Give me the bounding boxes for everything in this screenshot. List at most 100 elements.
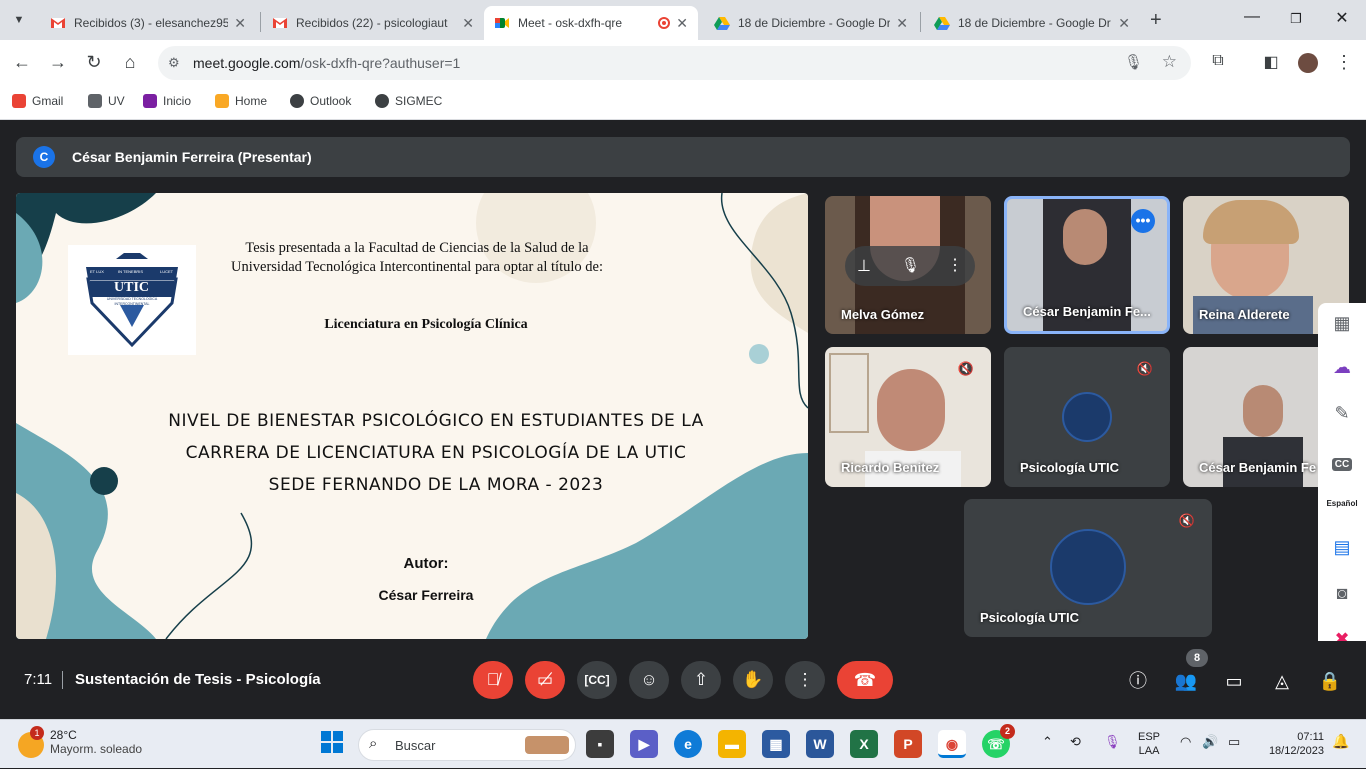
forward-button[interactable]: → bbox=[47, 52, 69, 73]
mic-icon[interactable]: 🎙 bbox=[901, 256, 920, 274]
word-icon[interactable]: W bbox=[806, 730, 834, 758]
close-icon[interactable]: ✕ bbox=[1118, 15, 1130, 32]
windows-taskbar: 1 28°C Mayorm. soleado ⌕ Buscar ▪ ▶ e ▬ … bbox=[0, 719, 1366, 768]
participant-name: Reina Alderete bbox=[1199, 307, 1290, 322]
docs-icon[interactable]: ▤ bbox=[1318, 537, 1366, 558]
bookmark-outlook[interactable]: Outlook bbox=[290, 94, 351, 108]
present-button[interactable]: ⇧ bbox=[681, 661, 721, 699]
battery-icon[interactable]: ▭ bbox=[1228, 734, 1240, 750]
close-icon[interactable]: ✕ bbox=[676, 15, 688, 32]
bookmark-home[interactable]: Home bbox=[215, 94, 267, 108]
participant-name: Psicología UTIC bbox=[1020, 460, 1119, 475]
bookmark-sigmec[interactable]: SIGMEC bbox=[375, 94, 442, 108]
side-panel-icon[interactable]: ◧ bbox=[1260, 52, 1282, 72]
reload-button[interactable]: ↻ bbox=[83, 52, 105, 73]
search-icon: ⌕ bbox=[369, 735, 378, 752]
bookmark-gmail[interactable]: Gmail bbox=[12, 94, 63, 108]
pin-icon[interactable]: ⊥ bbox=[857, 256, 871, 276]
participant-name: César Benjamin Fe bbox=[1199, 460, 1317, 475]
tab-search-button[interactable]: ▼ bbox=[8, 10, 30, 30]
pen-icon[interactable]: ✎ bbox=[1318, 403, 1366, 424]
powerpoint-icon[interactable]: P bbox=[894, 730, 922, 758]
leave-call-button[interactable]: ☎ bbox=[837, 661, 893, 699]
participant-tile[interactable]: 🔇 Ricardo Benitez bbox=[825, 347, 991, 487]
divider bbox=[62, 671, 63, 689]
site-info-icon[interactable]: ⚙ bbox=[168, 55, 180, 71]
more-options-button[interactable]: ⋮ bbox=[785, 661, 825, 699]
host-controls-button[interactable]: 🔒 bbox=[1316, 667, 1344, 695]
reactions-button[interactable]: ☺ bbox=[629, 661, 669, 699]
new-tab-button[interactable]: + bbox=[1150, 9, 1162, 32]
network-share-icon[interactable]: ⟲ bbox=[1070, 734, 1081, 750]
taskbar-search[interactable]: ⌕ Buscar bbox=[358, 729, 576, 761]
close-icon[interactable]: ✕ bbox=[234, 15, 246, 32]
extensions-icon[interactable]: ⧉ bbox=[1207, 52, 1229, 70]
clock[interactable]: 07:11 18/12/2023 bbox=[1256, 730, 1324, 758]
utic-logo: UTIC ET LUX IN TENEBRIS LUCET UNIVERSIDA… bbox=[68, 245, 196, 355]
tab-gmail-1[interactable]: Recibidos (3) - elesanchez95 ✕ bbox=[40, 6, 256, 40]
chrome-icon[interactable]: ◉ bbox=[938, 730, 966, 758]
chevron-up-icon[interactable]: ⌃ bbox=[1042, 734, 1053, 750]
weather-temp: 28°C bbox=[50, 728, 77, 742]
more-options-icon[interactable]: ••• bbox=[1131, 209, 1155, 233]
tab-meet[interactable]: Meet - osk-dxfh-qre ✕ bbox=[484, 6, 698, 40]
presenter-name: César Benjamin Ferreira (Presentar) bbox=[72, 149, 312, 165]
raise-hand-button[interactable]: ✋ bbox=[733, 661, 773, 699]
bookmark-star-icon[interactable]: ☆ bbox=[1162, 52, 1177, 72]
minimize-button[interactable]: — bbox=[1232, 8, 1272, 26]
tab-gmail-2[interactable]: Recibidos (22) - psicologiaut ✕ bbox=[262, 6, 484, 40]
edge-icon[interactable]: e bbox=[674, 730, 702, 758]
tab-drive-2[interactable]: 18 de Diciembre - Google Dr ✕ bbox=[924, 6, 1140, 40]
close-icon[interactable]: ✕ bbox=[896, 15, 908, 32]
meeting-title: Sustentación de Tesis - Psicología bbox=[75, 671, 321, 688]
excel-icon[interactable]: X bbox=[850, 730, 878, 758]
bookmark-uv[interactable]: UV bbox=[88, 94, 125, 108]
participant-tile-speaking[interactable]: ••• César Benjamin Fe... bbox=[1004, 196, 1170, 334]
weather-widget[interactable]: 1 28°C Mayorm. soleado bbox=[18, 726, 142, 758]
captions-button[interactable]: [CC] bbox=[577, 661, 617, 699]
slide-title-line: NIVEL DE BIENESTAR PSICOLÓGICO EN ESTUDI… bbox=[168, 411, 704, 431]
windows-start-button[interactable] bbox=[318, 730, 346, 758]
file-explorer-icon[interactable]: ▬ bbox=[718, 730, 746, 758]
close-window-button[interactable]: ✕ bbox=[1322, 8, 1362, 28]
activities-button[interactable]: ◬ bbox=[1268, 667, 1296, 695]
profile-avatar[interactable] bbox=[1298, 53, 1318, 73]
back-button[interactable]: ← bbox=[11, 52, 33, 73]
mic-off-button[interactable]: 🎙̸ bbox=[473, 661, 513, 699]
camera-icon[interactable]: ◙ bbox=[1318, 583, 1366, 604]
volume-icon[interactable]: 🔊 bbox=[1202, 734, 1218, 750]
participant-tile[interactable]: ⊥ 🎙 ⋮ Melva Gómez bbox=[825, 196, 991, 334]
microsoft-store-icon[interactable]: ▦ bbox=[762, 730, 790, 758]
gmail-icon bbox=[272, 15, 288, 31]
more-options-icon[interactable]: ⋮ bbox=[947, 255, 963, 275]
bookmark-inicio[interactable]: Inicio bbox=[143, 94, 191, 108]
input-language[interactable]: ESP LAA bbox=[1138, 730, 1160, 758]
tab-drive-1[interactable]: 18 de Diciembre - Google Dr ✕ bbox=[704, 6, 918, 40]
teams-chat-icon[interactable]: ▶ bbox=[630, 730, 658, 758]
apps-grid-icon[interactable]: ▦ bbox=[1318, 313, 1366, 334]
chat-button[interactable]: ▭ bbox=[1220, 667, 1248, 695]
camera-off-button[interactable]: ▭̸ bbox=[525, 661, 565, 699]
search-placeholder: Buscar bbox=[395, 738, 436, 753]
address-bar[interactable]: ⚙ meet.google.com/osk-dxfh-qre?authuser=… bbox=[158, 46, 1191, 80]
meeting-info-button[interactable]: ⓘ bbox=[1124, 667, 1152, 695]
notification-bell-icon[interactable]: 🔔 bbox=[1332, 733, 1349, 750]
mic-in-use-icon[interactable]: 🎙 bbox=[1104, 734, 1121, 750]
whatsapp-icon[interactable]: ☏ 2 bbox=[982, 724, 1015, 758]
people-button[interactable]: 👥 bbox=[1172, 667, 1200, 695]
menu-icon[interactable]: ⋮ bbox=[1333, 52, 1355, 73]
info-icon: ⓘ bbox=[1129, 671, 1147, 691]
task-view-icon[interactable]: ▪ bbox=[586, 730, 614, 758]
close-icon[interactable]: ✕ bbox=[462, 15, 474, 32]
slide-title-line: SEDE FERNANDO DE LA MORA - 2023 bbox=[268, 475, 604, 495]
wifi-icon[interactable]: ◠ bbox=[1180, 734, 1191, 750]
participant-tile[interactable]: 🔇 Psicología UTIC bbox=[964, 499, 1212, 637]
language-label[interactable]: Español bbox=[1318, 499, 1366, 508]
closed-captions-icon[interactable]: CC bbox=[1318, 451, 1366, 472]
weather-icon[interactable]: ☁ bbox=[1318, 357, 1366, 378]
home-button[interactable]: ⌂ bbox=[119, 52, 141, 73]
slide-author-name: César Ferreira bbox=[378, 587, 474, 603]
participant-tile[interactable]: 🔇 Psicología UTIC bbox=[1004, 347, 1170, 487]
mic-icon[interactable]: 🎙 bbox=[1124, 53, 1143, 71]
restore-button[interactable]: ❐ bbox=[1276, 11, 1316, 27]
